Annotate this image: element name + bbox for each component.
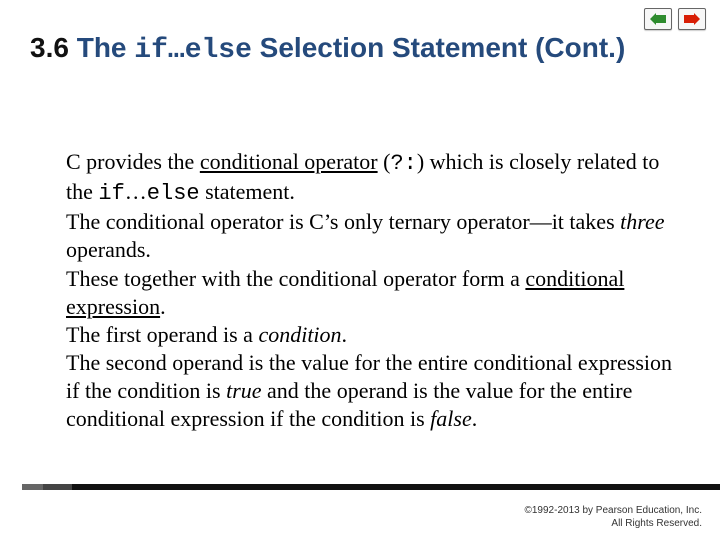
bullet-text: condition <box>258 322 341 347</box>
bullet-text: The first operand is a <box>66 322 258 347</box>
bullet-text: . <box>342 322 348 347</box>
bullet-text: false <box>430 406 472 431</box>
bullet-text: if <box>98 181 124 206</box>
bullet-text: … <box>125 179 147 204</box>
bullet-row: The first operand is a condition. <box>40 321 680 349</box>
accent-bar <box>0 484 720 490</box>
nav-buttons <box>644 8 706 30</box>
bullet-text: true <box>226 378 261 403</box>
bullet-text: ( <box>378 149 391 174</box>
slide: 3.6 The if…else Selection Statement (Con… <box>0 0 720 540</box>
body-text: C provides the conditional operator (?:)… <box>40 148 680 434</box>
title-code: if…else <box>134 35 252 66</box>
bullet-icon <box>40 265 66 268</box>
bullet-content: The conditional operator is C’s only ter… <box>66 208 680 264</box>
bullet-text: conditional operator <box>200 149 378 174</box>
copyright: ©1992-2013 by Pearson Education, Inc. Al… <box>0 504 702 530</box>
bullet-icon <box>40 208 66 211</box>
arrow-right-icon <box>684 13 700 25</box>
bullet-text: C provides the <box>66 149 200 174</box>
bullet-text: statement. <box>200 179 295 204</box>
copyright-line1: ©1992-2013 by Pearson Education, Inc. <box>525 505 703 516</box>
bullet-row: These together with the conditional oper… <box>40 265 680 321</box>
bullet-text: . <box>472 406 478 431</box>
bullet-row: C provides the conditional operator (?:)… <box>40 148 680 208</box>
copyright-line2: All Rights Reserved. <box>611 518 702 529</box>
next-button[interactable] <box>678 8 706 30</box>
arrow-left-icon <box>650 13 666 25</box>
bullet-row: The conditional operator is C’s only ter… <box>40 208 680 264</box>
bullet-text: The conditional operator is C’s only ter… <box>66 209 620 234</box>
bullet-icon <box>40 349 66 352</box>
bullet-text: ?: <box>390 151 416 176</box>
bullet-text: These together with the conditional oper… <box>66 266 525 291</box>
bullet-text: three <box>620 209 664 234</box>
prev-button[interactable] <box>644 8 672 30</box>
bullet-row: The second operand is the value for the … <box>40 349 680 433</box>
bullet-text: . <box>160 294 166 319</box>
bullet-text: else <box>147 181 200 206</box>
bullet-icon <box>40 148 66 151</box>
title-suffix: Selection Statement (Cont.) <box>252 32 625 63</box>
section-number: 3.6 <box>30 32 69 63</box>
title-prefix: The <box>77 32 135 63</box>
bullet-content: C provides the conditional operator (?:)… <box>66 148 680 208</box>
bullet-content: The first operand is a condition. <box>66 321 680 349</box>
slide-title: 3.6 The if…else Selection Statement (Con… <box>30 30 690 68</box>
bullet-content: The second operand is the value for the … <box>66 349 680 433</box>
bullet-text: operands. <box>66 237 151 262</box>
bullet-icon <box>40 321 66 324</box>
bullet-content: These together with the conditional oper… <box>66 265 680 321</box>
